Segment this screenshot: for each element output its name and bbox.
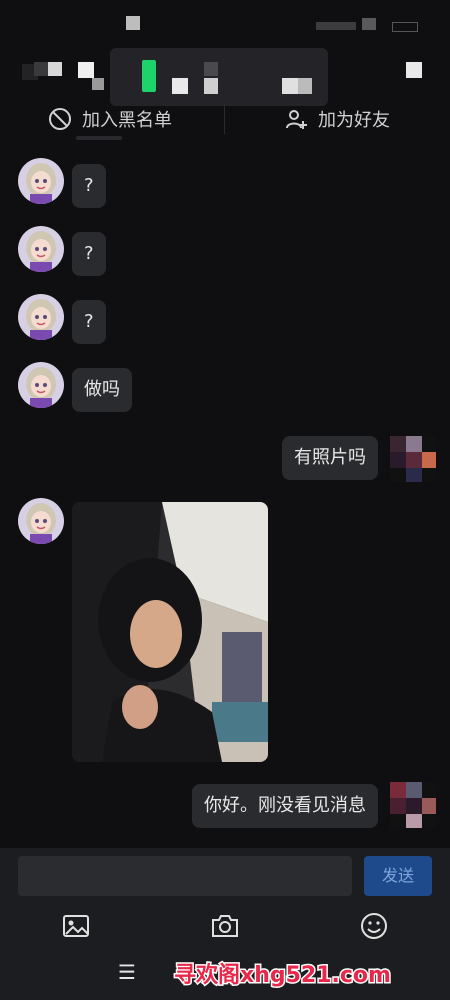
menu-icon[interactable]: ☰ [116, 960, 138, 984]
actions-divider [224, 104, 225, 134]
message-bubble-sent[interactable]: 你好。刚没看见消息 [192, 784, 378, 828]
header-censored-block [172, 78, 188, 94]
header-censored-block [92, 78, 104, 90]
contact-actions-bar: 加入黑名单 加为好友 [0, 100, 450, 140]
avatar[interactable] [18, 294, 64, 340]
emoji-icon[interactable] [360, 912, 390, 942]
header-censored-block [48, 62, 62, 76]
add-friend-button[interactable]: 加为好友 [284, 106, 390, 132]
header-censored-block [298, 78, 312, 94]
watermark: 寻欢阁xhg521.com [173, 961, 393, 990]
camera-icon[interactable] [210, 912, 240, 942]
message-bubble-received[interactable]: ? [72, 164, 106, 208]
avatar[interactable] [18, 226, 64, 272]
header-censored-block [34, 62, 48, 76]
battery-icon [392, 22, 418, 32]
message-input[interactable] [18, 856, 352, 896]
header-censored-block [282, 78, 298, 94]
watermark-text: 寻欢阁xhg521.com [174, 962, 391, 988]
status-bar-censored-block [126, 16, 140, 30]
add-friend-icon [284, 107, 308, 131]
block-icon [48, 107, 72, 131]
self-avatar[interactable] [390, 782, 436, 828]
avatar[interactable] [18, 158, 64, 204]
message-bubble-received[interactable]: ? [72, 300, 106, 344]
header-censored-block [78, 62, 94, 78]
send-button[interactable]: 发送 [364, 856, 432, 896]
censored-green-mark [142, 60, 156, 92]
block-button[interactable]: 加入黑名单 [48, 106, 172, 132]
action-underline [76, 136, 122, 140]
message-bubble-received[interactable]: ? [72, 232, 106, 276]
image-message[interactable] [72, 502, 268, 762]
avatar[interactable] [18, 362, 64, 408]
header-censored-block [204, 62, 218, 76]
more-icon[interactable] [406, 62, 422, 78]
block-label: 加入黑名单 [82, 110, 172, 131]
status-bar-censored-block [362, 18, 376, 30]
header-censored-block [204, 78, 218, 94]
status-bar-censored-block [316, 22, 356, 30]
self-avatar[interactable] [390, 436, 436, 482]
avatar[interactable] [18, 498, 64, 544]
status-bar [0, 0, 450, 40]
message-bubble-received[interactable]: 做吗 [72, 368, 132, 412]
add-friend-label: 加为好友 [318, 110, 390, 131]
message-bubble-sent[interactable]: 有照片吗 [282, 436, 378, 480]
image-icon[interactable] [62, 912, 92, 942]
